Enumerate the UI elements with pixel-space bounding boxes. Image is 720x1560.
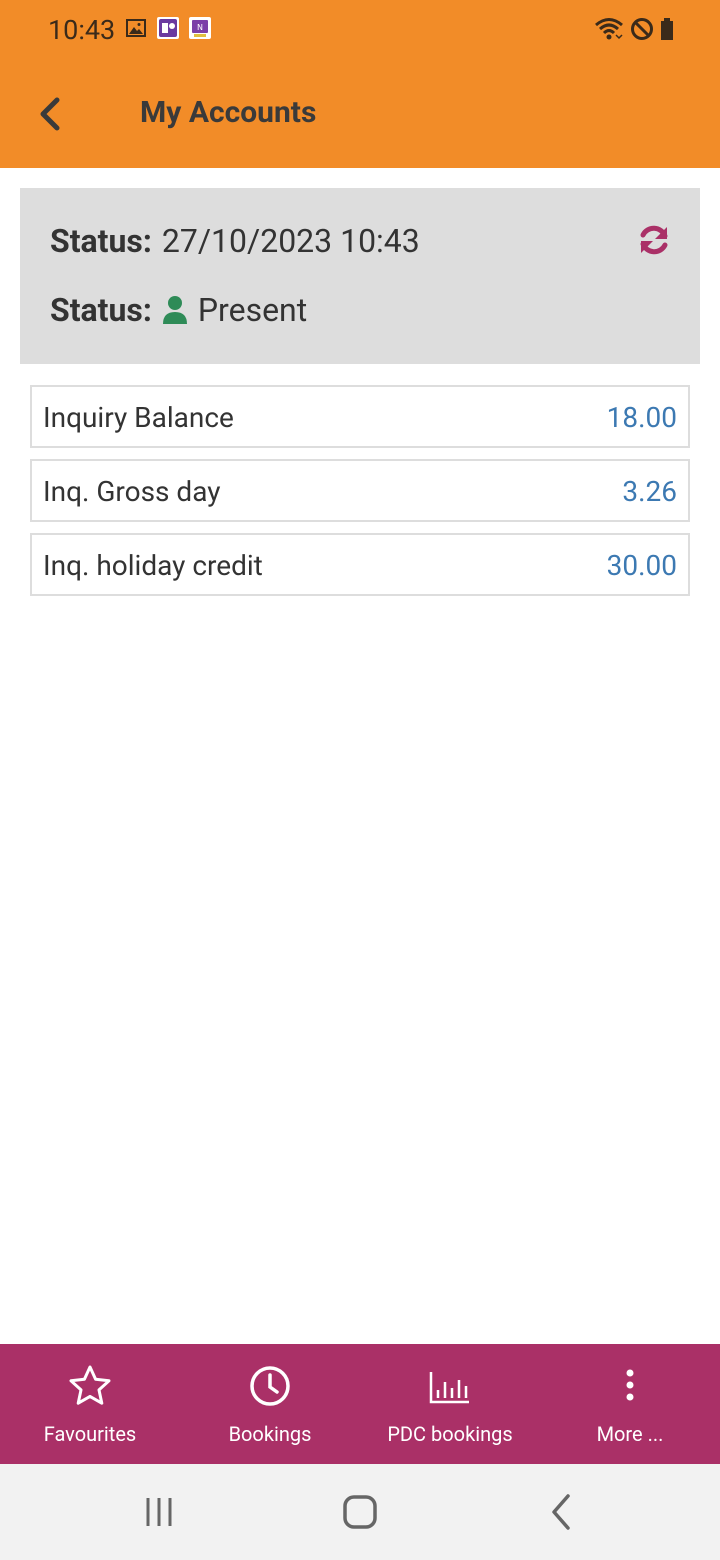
status-bar: 10:43 N bbox=[0, 0, 720, 62]
bottom-nav: Favourites Bookings PDC bookings More ..… bbox=[0, 1344, 720, 1464]
status-time-row: Status: 27/10/2023 10:43 bbox=[50, 222, 420, 260]
status-presence-label: Status: bbox=[50, 291, 152, 329]
status-presence-value: Present bbox=[197, 291, 308, 329]
status-time: 10:43 bbox=[48, 14, 116, 46]
nav-label: More ... bbox=[596, 1422, 664, 1446]
nav-label: PDC bookings bbox=[387, 1422, 513, 1446]
nav-bookings[interactable]: Bookings bbox=[180, 1344, 360, 1464]
onenote-app-icon: N bbox=[189, 17, 211, 39]
account-label: Inq. Gross day bbox=[43, 475, 221, 508]
notification-icons: N bbox=[124, 16, 212, 40]
list-item[interactable]: Inquiry Balance 18.00 bbox=[30, 385, 690, 448]
app-screen: 10:43 N My Accounts Status: 27/10/2023 1… bbox=[0, 0, 720, 1560]
clock-icon bbox=[250, 1366, 290, 1406]
status-time-label: Status: bbox=[50, 222, 152, 260]
nav-label: Bookings bbox=[228, 1422, 312, 1446]
recent-apps-icon[interactable] bbox=[140, 1492, 180, 1532]
system-back-icon[interactable] bbox=[542, 1492, 582, 1532]
back-button[interactable] bbox=[28, 88, 72, 140]
do-not-disturb-icon bbox=[631, 18, 653, 40]
svg-text:N: N bbox=[197, 23, 203, 32]
chevron-left-icon bbox=[40, 97, 60, 131]
status-presence-row: Status: Present bbox=[50, 291, 307, 329]
system-nav-bar bbox=[0, 1464, 720, 1560]
status-time-value: 27/10/2023 10:43 bbox=[161, 222, 420, 260]
nav-more[interactable]: More ... bbox=[540, 1344, 720, 1464]
list-item[interactable]: Inq. holiday credit 30.00 bbox=[30, 533, 690, 596]
star-icon bbox=[69, 1365, 111, 1405]
app-bar: My Accounts bbox=[0, 62, 720, 168]
bar-chart-icon bbox=[429, 1372, 469, 1404]
account-value: 18.00 bbox=[606, 401, 677, 434]
account-value: 3.26 bbox=[622, 475, 677, 508]
status-card: Status: 27/10/2023 10:43 Status: Present bbox=[20, 188, 700, 364]
system-icons bbox=[594, 16, 674, 42]
account-label: Inq. holiday credit bbox=[43, 549, 263, 582]
battery-icon bbox=[661, 18, 673, 40]
nav-favourites[interactable]: Favourites bbox=[0, 1344, 180, 1464]
teams-app-icon bbox=[157, 17, 179, 39]
accounts-list: Inquiry Balance 18.00 Inq. Gross day 3.2… bbox=[30, 385, 690, 607]
more-vertical-icon bbox=[626, 1369, 634, 1401]
home-icon[interactable] bbox=[340, 1492, 380, 1532]
account-value: 30.00 bbox=[606, 549, 677, 582]
nav-label: Favourites bbox=[43, 1422, 137, 1446]
wifi-icon bbox=[595, 18, 623, 40]
nav-pdc-bookings[interactable]: PDC bookings bbox=[360, 1344, 540, 1464]
list-item[interactable]: Inq. Gross day 3.26 bbox=[30, 459, 690, 522]
account-label: Inquiry Balance bbox=[43, 401, 234, 434]
page-title: My Accounts bbox=[140, 95, 317, 130]
person-icon bbox=[162, 296, 187, 324]
refresh-icon[interactable] bbox=[636, 222, 672, 258]
gallery-icon bbox=[126, 19, 146, 37]
